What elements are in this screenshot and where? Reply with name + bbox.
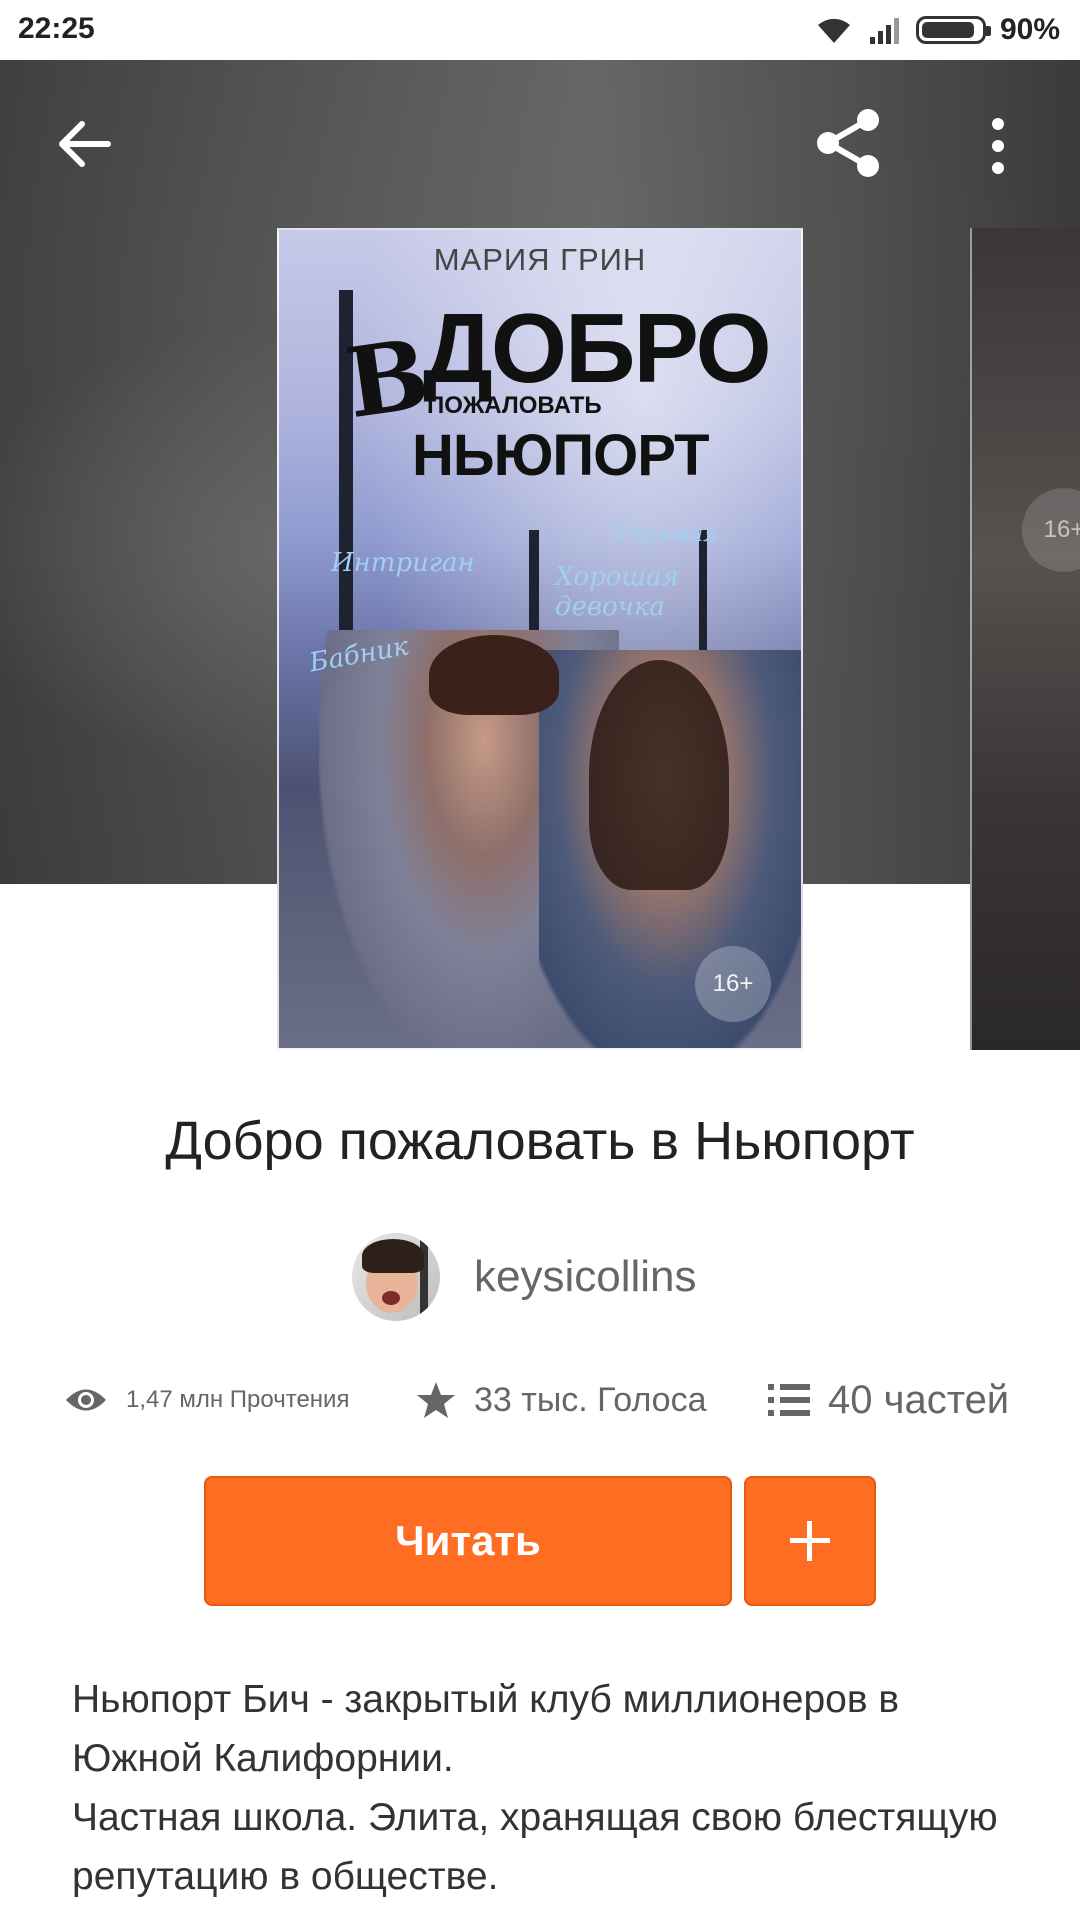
story-stats: 1,47 млн Прочтения 33 тыс. Голоса 40 час… (0, 1370, 1080, 1430)
read-button[interactable]: Читать (204, 1476, 732, 1606)
back-button[interactable] (52, 112, 116, 176)
votes-stat: 33 тыс. Голоса (416, 1370, 707, 1430)
side-cover-age-rating: 16+ (1022, 488, 1080, 572)
description-line: Ньюпорт Бич - закрытый клуб миллионеров … (72, 1678, 900, 1780)
next-book-cover[interactable]: 16+ (970, 228, 1080, 1050)
parts-count: 40 частей (828, 1377, 1010, 1422)
add-to-library-button[interactable] (744, 1476, 876, 1606)
story-details-screen: 22:25 90% МАРИЯ ГРИН В ДОБРО ПОЖАЛОВАТЬ … (0, 0, 1080, 1920)
avatar-hair (362, 1239, 424, 1273)
parts-stat: 40 частей (768, 1370, 1009, 1430)
story-description: Ньюпорт Бич - закрытый клуб миллионеров … (72, 1670, 1032, 1906)
status-icons: 90% (814, 10, 1060, 50)
plus-icon (790, 1521, 830, 1561)
cover-script-text: Хорошая девочка (555, 562, 679, 622)
battery-level (921, 22, 975, 38)
cover-title-line1: ДОБРО (423, 293, 772, 403)
author-row[interactable]: keysicollins (352, 1232, 697, 1322)
status-time: 22:25 (18, 12, 95, 45)
cover-author: МАРИЯ ГРИН (433, 242, 647, 277)
more-options-button[interactable] (980, 116, 1016, 176)
book-cover[interactable]: МАРИЯ ГРИН В ДОБРО ПОЖАЛОВАТЬ НЬЮПОРТ Ин… (277, 228, 803, 1050)
wifi-icon (817, 18, 850, 43)
votes-count: 33 тыс. Голоса (474, 1380, 707, 1419)
cover-title-line2: ПОЖАЛОВАТЬ (427, 392, 602, 419)
cover-title-line3: НЬЮПОРТ (412, 423, 710, 488)
author-avatar[interactable] (352, 1233, 440, 1321)
reads-stat: 1,47 млн Прочтения (64, 1370, 349, 1430)
description-line: Частная школа. Элита, хранящая свою блес… (72, 1796, 998, 1898)
share-button[interactable] (812, 106, 886, 180)
reads-count: 1,47 млн Прочтения (126, 1386, 350, 1413)
author-name[interactable]: keysicollins (474, 1252, 697, 1302)
battery-icon (915, 16, 991, 44)
cover-man-hair (429, 635, 559, 715)
star-icon (417, 1382, 455, 1418)
cover-script-text: Интриган (331, 548, 475, 578)
eye-icon (66, 1389, 106, 1411)
cellular-signal-icon (869, 18, 899, 44)
battery-percent: 90% (999, 13, 1060, 46)
avatar-mouth (382, 1291, 400, 1305)
cover-age-rating: 16+ (695, 946, 771, 1022)
cover-woman-hair (589, 660, 729, 890)
list-icon (768, 1384, 810, 1416)
book-title: Добро пожаловать в Ньюпорт (165, 1111, 915, 1171)
cover-script-text: Упрямая (613, 522, 718, 547)
status-bar: 22:25 90% (0, 0, 1080, 60)
